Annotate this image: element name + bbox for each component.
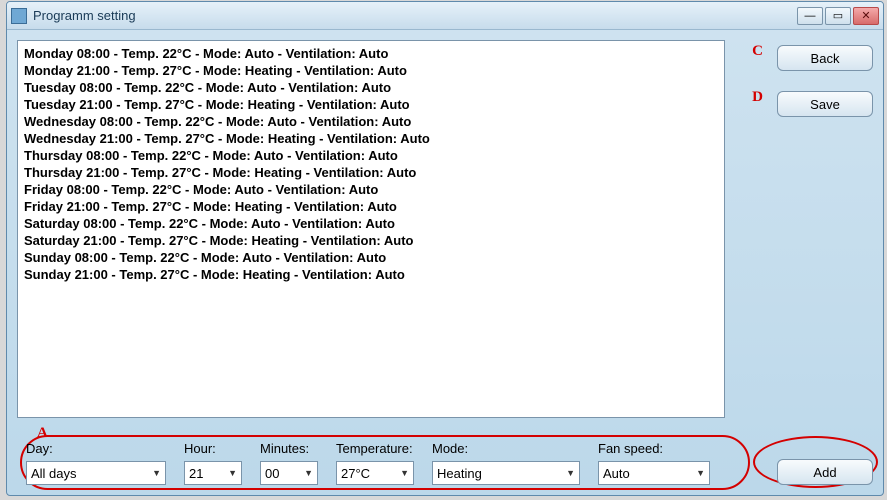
add-button[interactable]: Add [777, 459, 873, 485]
schedule-line[interactable]: Saturday 08:00 - Temp. 22°C - Mode: Auto… [24, 215, 718, 232]
minimize-button[interactable]: — [797, 7, 823, 25]
chevron-down-icon: ▼ [696, 468, 705, 478]
hour-select[interactable]: 21 ▼ [184, 461, 242, 485]
day-select[interactable]: All days ▼ [26, 461, 166, 485]
schedule-line[interactable]: Tuesday 08:00 - Temp. 22°C - Mode: Auto … [24, 79, 718, 96]
schedule-line[interactable]: Monday 21:00 - Temp. 27°C - Mode: Heatin… [24, 62, 718, 79]
schedule-line[interactable]: Sunday 08:00 - Temp. 22°C - Mode: Auto -… [24, 249, 718, 266]
save-button[interactable]: Save [777, 91, 873, 117]
window-title: Programm setting [33, 8, 797, 23]
minutes-label: Minutes: [260, 441, 318, 456]
schedule-line[interactable]: Wednesday 21:00 - Temp. 27°C - Mode: Hea… [24, 130, 718, 147]
mode-value: Heating [437, 466, 482, 481]
minutes-field: Minutes: 00 ▼ [260, 441, 318, 485]
controls-row: Day: All days ▼ Hour: 21 ▼ Minutes: 00 ▼ [26, 441, 873, 485]
back-button[interactable]: Back [777, 45, 873, 71]
schedule-line[interactable]: Saturday 21:00 - Temp. 27°C - Mode: Heat… [24, 232, 718, 249]
day-value: All days [31, 466, 77, 481]
add-button-wrap: Add [777, 459, 873, 485]
temperature-field: Temperature: 27°C ▼ [336, 441, 414, 485]
maximize-button[interactable]: ▭ [825, 7, 851, 25]
marker-c: C [752, 43, 763, 60]
chevron-down-icon: ▼ [566, 468, 575, 478]
app-icon [11, 8, 27, 24]
schedule-list[interactable]: Monday 08:00 - Temp. 22°C - Mode: Auto -… [17, 40, 725, 418]
schedule-line[interactable]: Friday 08:00 - Temp. 22°C - Mode: Auto -… [24, 181, 718, 198]
hour-field: Hour: 21 ▼ [184, 441, 242, 485]
schedule-line[interactable]: Tuesday 21:00 - Temp. 27°C - Mode: Heati… [24, 96, 718, 113]
hour-label: Hour: [184, 441, 242, 456]
chevron-down-icon: ▼ [400, 468, 409, 478]
chevron-down-icon: ▼ [152, 468, 161, 478]
temperature-value: 27°C [341, 466, 370, 481]
schedule-line[interactable]: Wednesday 08:00 - Temp. 22°C - Mode: Aut… [24, 113, 718, 130]
fan-field: Fan speed: Auto ▼ [598, 441, 710, 485]
schedule-line[interactable]: Sunday 21:00 - Temp. 27°C - Mode: Heatin… [24, 266, 718, 283]
mode-select[interactable]: Heating ▼ [432, 461, 580, 485]
window-controls: — ▭ ✕ [797, 7, 879, 25]
schedule-line[interactable]: Thursday 08:00 - Temp. 22°C - Mode: Auto… [24, 147, 718, 164]
right-button-panel: Back Save [777, 45, 873, 117]
minutes-select[interactable]: 00 ▼ [260, 461, 318, 485]
close-button[interactable]: ✕ [853, 7, 879, 25]
minutes-value: 00 [265, 466, 279, 481]
marker-a: A [37, 425, 48, 442]
chevron-down-icon: ▼ [304, 468, 313, 478]
schedule-line[interactable]: Friday 21:00 - Temp. 27°C - Mode: Heatin… [24, 198, 718, 215]
app-window: Programm setting — ▭ ✕ Monday 08:00 - Te… [6, 1, 884, 496]
mode-field: Mode: Heating ▼ [432, 441, 580, 485]
marker-d: D [752, 89, 763, 106]
schedule-line[interactable]: Monday 08:00 - Temp. 22°C - Mode: Auto -… [24, 45, 718, 62]
schedule-line[interactable]: Thursday 21:00 - Temp. 27°C - Mode: Heat… [24, 164, 718, 181]
day-field: Day: All days ▼ [26, 441, 166, 485]
fan-label: Fan speed: [598, 441, 710, 456]
hour-value: 21 [189, 466, 203, 481]
chevron-down-icon: ▼ [228, 468, 237, 478]
day-label: Day: [26, 441, 166, 456]
fan-select[interactable]: Auto ▼ [598, 461, 710, 485]
mode-label: Mode: [432, 441, 580, 456]
temperature-select[interactable]: 27°C ▼ [336, 461, 414, 485]
fan-value: Auto [603, 466, 630, 481]
titlebar: Programm setting — ▭ ✕ [7, 2, 883, 30]
content-area: Monday 08:00 - Temp. 22°C - Mode: Auto -… [7, 30, 883, 495]
temperature-label: Temperature: [336, 441, 414, 456]
